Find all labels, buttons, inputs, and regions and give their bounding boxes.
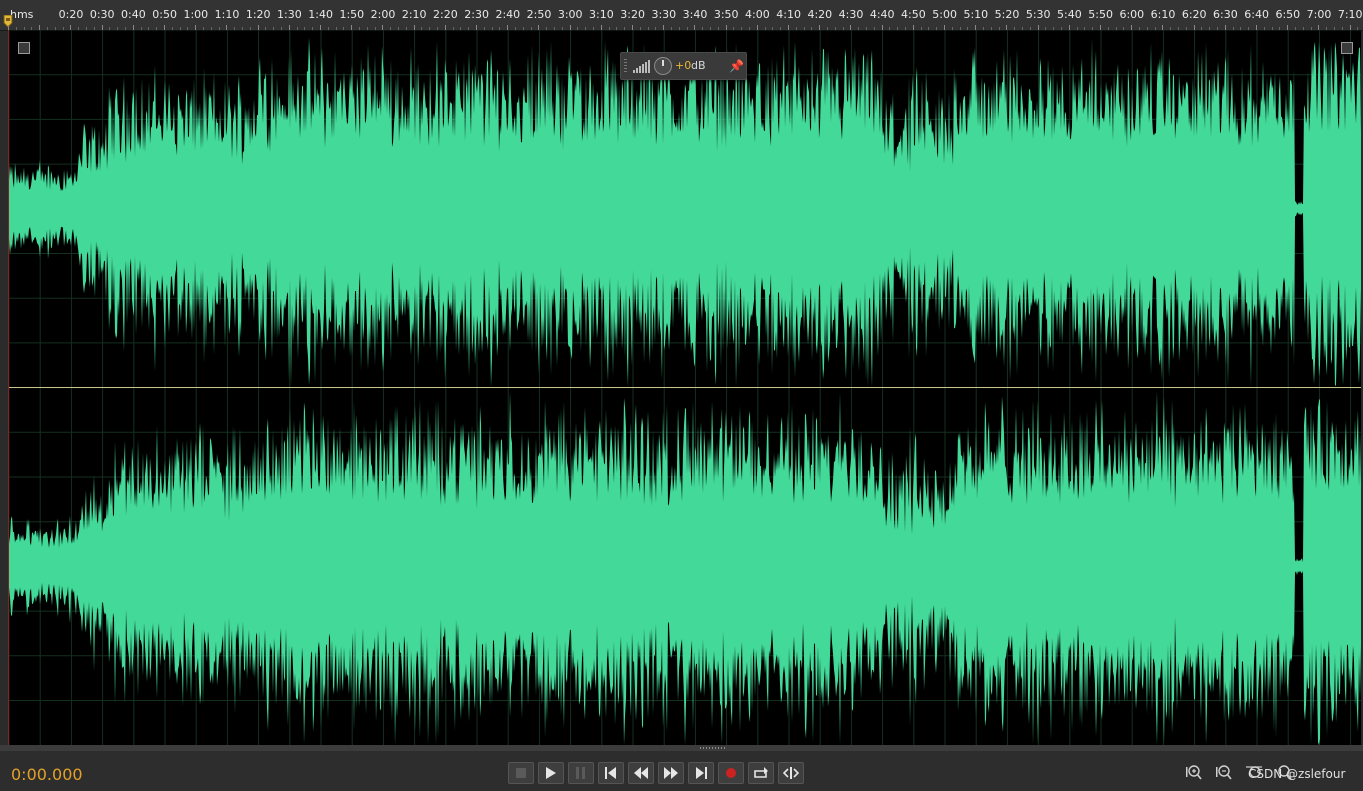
ruler-label: 1:50 [339,8,365,21]
ruler-label: 4:20 [807,8,833,21]
ruler-label: 3:00 [557,8,583,21]
go-to-start-button[interactable] [598,762,624,784]
volume-value[interactable]: +0 [675,59,691,72]
fast-forward-icon [664,767,678,779]
ruler-label: 6:00 [1119,8,1145,21]
ruler-label: 4:30 [838,8,864,21]
volume-hud[interactable]: +0 dB 📌 [620,52,747,80]
waveform-display[interactable] [8,30,1361,745]
ruler-label: 5:30 [1025,8,1051,21]
transport-bar: 0:00.000 CSDN @zslefour [0,751,1363,791]
zoom-out-icon [1216,765,1232,780]
ruler-label: 4:40 [869,8,895,21]
ruler-label: 0:50 [152,8,177,21]
ruler-label: 6:30 [1213,8,1238,21]
zoom-in-amplitude-button[interactable] [1184,763,1204,783]
channel-right-waveform [9,391,1361,745]
ruler-label: 6:10 [1150,8,1176,21]
splitter-grip-icon[interactable] [700,747,726,749]
rewind-button[interactable] [628,762,654,784]
timeline-ruler[interactable]: hms 0:20 0:30 0:40 0:50 1:00 1:10 1:20 1:30 1:40… [0,0,1363,31]
loop-icon [754,767,768,778]
ruler-label: 3:50 [713,8,739,21]
pause-icon [576,767,585,779]
transport-controls [508,762,804,785]
zoom-out-amplitude-button[interactable] [1214,763,1234,783]
ruler-label: 0:30 [89,8,115,21]
ruler-label: 1:10 [214,8,240,21]
ruler-label: 6:20 [1181,8,1207,21]
ruler-label: 2:30 [464,8,489,21]
ruler-label: 2:00 [370,8,396,21]
ruler-label: 2:20 [433,8,458,21]
fast-forward-button[interactable] [658,762,684,784]
go-to-end-button[interactable] [688,762,714,784]
skip-selection-button[interactable] [778,762,804,784]
ruler-label: 5:10 [963,8,989,21]
ruler-label: 3:20 [620,8,645,21]
ruler-label: 1:30 [277,8,302,21]
ruler-label: 2:50 [526,8,552,21]
ruler-label: 5:20 [994,8,1020,21]
ruler-label: 4:10 [776,8,801,21]
skip-selection-icon [783,767,799,779]
zoom-corner-left-icon[interactable] [18,42,30,54]
go-to-end-icon [696,767,707,779]
ruler-label: 7:10 [1337,8,1363,21]
zoom-corner-right-icon[interactable] [1341,42,1353,54]
ruler-label: 1:40 [308,8,333,21]
ruler-label: 5:00 [932,8,957,21]
record-button[interactable] [718,762,744,784]
stop-icon [516,768,526,778]
ruler-label: 3:10 [589,8,614,21]
ruler-unit-label: hms [10,8,34,21]
ruler-label: 6:40 [1244,8,1269,21]
play-button[interactable] [538,762,564,784]
waveform-canvas[interactable] [9,30,1361,745]
channel-left-waveform [9,37,1361,388]
ruler-label: 0:40 [121,8,146,21]
ruler-label: 7:00 [1306,8,1332,21]
volume-knob-icon[interactable] [654,57,672,75]
record-icon [726,768,736,778]
pin-icon[interactable]: 📌 [729,59,744,73]
drag-grip-icon[interactable] [624,59,627,73]
ruler-label: 4:50 [901,8,926,21]
loop-button[interactable] [748,762,774,784]
ruler-label: 0:20 [58,8,84,21]
stop-button[interactable] [508,762,534,784]
zoom-in-icon [1186,765,1202,780]
rewind-icon [634,767,648,779]
ruler-label: 1:00 [183,8,209,21]
play-icon [546,767,556,779]
ruler-label: 2:40 [495,8,521,21]
level-bars-icon [633,60,650,73]
watermark-text: CSDN @zslefour [1248,767,1346,781]
volume-unit: dB [691,59,706,72]
ruler-label: 3:40 [682,8,708,21]
pause-button[interactable] [568,762,594,784]
ruler-label: 3:30 [651,8,677,21]
ruler-label: 2:10 [401,8,427,21]
ruler-label: 5:40 [1057,8,1082,21]
ruler-label: 5:50 [1088,8,1113,21]
ruler-label: 1:20 [245,8,271,21]
current-time-display[interactable]: 0:00.000 [11,765,83,784]
ruler-label: 6:50 [1275,8,1301,21]
ruler-label: 4:00 [745,8,770,21]
go-to-start-icon [605,767,616,779]
